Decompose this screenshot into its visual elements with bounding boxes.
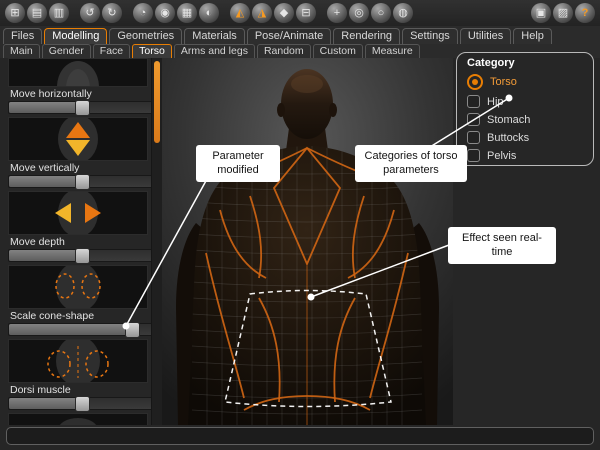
radio-selected-icon[interactable] [467,74,483,90]
toolbar: ⊞ ▤ ▥ ↺ ↻ ◔ ◉ ▦ ◐ ◭ ◮ ◆ ⊟ + ◎ ○ ◍ ▣ ▨ ? [0,0,600,27]
category-panel: Category Torso Hip Stomach Buttocks Pelv… [456,52,594,166]
slider-handle[interactable] [125,322,140,338]
slider-thumbnail-dorsi-muscle [8,339,148,383]
slider-thumbnail-move-depth [8,191,148,235]
reset-camera-icon[interactable]: ○ [371,3,391,23]
radio-unselected-icon[interactable] [467,131,480,144]
sub-tab-arms-and-legs[interactable]: Arms and legs [174,44,255,58]
scrollbar-handle[interactable] [154,61,160,143]
slider-thumbnail-scale-cone-shape [8,265,148,309]
sub-tab-gender[interactable]: Gender [42,44,91,58]
wireframe-icon[interactable]: ▦ [177,3,197,23]
category-option-stomach[interactable]: Stomach [467,113,593,126]
sub-tab-custom[interactable]: Custom [313,44,363,58]
help-icon[interactable]: ? [575,3,595,23]
category-option-buttocks[interactable]: Buttocks [467,131,593,144]
menu-tab-geometries[interactable]: Geometries [109,28,182,44]
render-icon[interactable]: ▨ [553,3,573,23]
redo-icon[interactable]: ↻ [102,3,122,23]
category-option-label: Stomach [487,114,530,126]
grid-icon[interactable]: ⊟ [296,3,316,23]
symmetry-left-icon[interactable]: ◭ [230,3,250,23]
slider-fill [9,250,81,261]
left-panel-scrollbar[interactable] [151,58,162,425]
slider-fill [9,102,81,113]
radio-unselected-icon[interactable] [467,113,480,126]
zoom-icon[interactable]: ◍ [393,3,413,23]
menu-tab-rendering[interactable]: Rendering [333,28,400,44]
category-option-label: Torso [490,76,517,88]
parameter-panel: Move horizontally Move vertically Move d… [0,58,163,425]
slider-thumbnail-move-vertically [8,117,148,161]
menu-tab-settings[interactable]: Settings [402,28,458,44]
makehuman-window: ⊞ ▤ ▥ ↺ ↻ ◔ ◉ ▦ ◐ ◭ ◮ ◆ ⊟ + ◎ ○ ◍ ▣ ▨ ? … [0,0,600,450]
slider-thumbnail-next [8,413,148,425]
sub-tab-measure[interactable]: Measure [365,44,420,58]
slider-label: Move depth [10,236,162,248]
annotation-categories: Categories of torso parameters [355,145,467,182]
slider-move-vertically[interactable] [8,175,154,188]
menu-tab-pose-animate[interactable]: Pose/Animate [247,28,331,44]
slider-fill [9,398,81,409]
slider-handle[interactable] [75,174,90,190]
slider-fill [9,176,81,187]
sub-tab-face[interactable]: Face [93,44,130,58]
smooth-shading-icon[interactable]: ◐ [199,3,219,23]
category-option-hip[interactable]: Hip [467,95,593,108]
slider-handle[interactable] [75,396,90,412]
slider-label: Dorsi muscle [10,384,162,396]
snapshot-icon[interactable]: ▣ [531,3,551,23]
status-bar [6,427,594,445]
viewport-3d[interactable] [162,58,453,425]
status-strip [0,425,600,450]
annotation-parameter-modified: Parameter modified [196,145,280,182]
load-icon[interactable]: ▤ [27,3,47,23]
annotation-effect-realtime: Effect seen real-time [448,227,556,264]
menu-tab-materials[interactable]: Materials [184,28,245,44]
rotate-icon[interactable]: ◎ [349,3,369,23]
mesh-sphere-icon[interactable]: ◉ [155,3,175,23]
slider-label: Move vertically [10,162,162,174]
radio-unselected-icon[interactable] [467,149,480,162]
category-option-torso[interactable]: Torso [467,74,593,90]
slider-label: Move horizontally [10,88,162,100]
move-icon[interactable]: + [327,3,347,23]
slider-handle[interactable] [75,100,90,116]
slider-scale-cone-shape[interactable] [8,323,154,336]
human-model-back-view [162,58,453,425]
globe-icon[interactable]: ◔ [133,3,153,23]
slider-label: Scale cone-shape [10,310,162,322]
slider-dorsi-muscle[interactable] [8,397,154,410]
save-icon[interactable]: ▥ [49,3,69,23]
category-option-pelvis[interactable]: Pelvis [467,149,593,162]
menu-tab-files[interactable]: Files [3,28,42,44]
category-title: Category [467,57,593,69]
symmetry-right-icon[interactable]: ◮ [252,3,272,23]
sub-tab-main[interactable]: Main [3,44,40,58]
slider-fill [9,324,131,335]
new-icon[interactable]: ⊞ [5,3,25,23]
sub-tab-torso[interactable]: Torso [132,44,172,58]
sub-tab-random[interactable]: Random [257,44,311,58]
menu-tab-utilities[interactable]: Utilities [460,28,511,44]
slider-thumbnail-move-horizontally [8,58,148,87]
slider-move-horizontally[interactable] [8,101,154,114]
menu-tab-bar: Files Modelling Geometries Materials Pos… [0,26,600,45]
menu-tab-help[interactable]: Help [513,28,552,44]
menu-tab-modelling[interactable]: Modelling [44,28,107,44]
radio-unselected-icon[interactable] [467,95,480,108]
category-option-label: Buttocks [487,132,529,144]
slider-move-depth[interactable] [8,249,154,262]
category-option-label: Pelvis [487,150,516,162]
category-option-label: Hip [487,96,504,108]
slider-handle[interactable] [75,248,90,264]
undo-icon[interactable]: ↺ [80,3,100,23]
mirror-icon[interactable]: ◆ [274,3,294,23]
